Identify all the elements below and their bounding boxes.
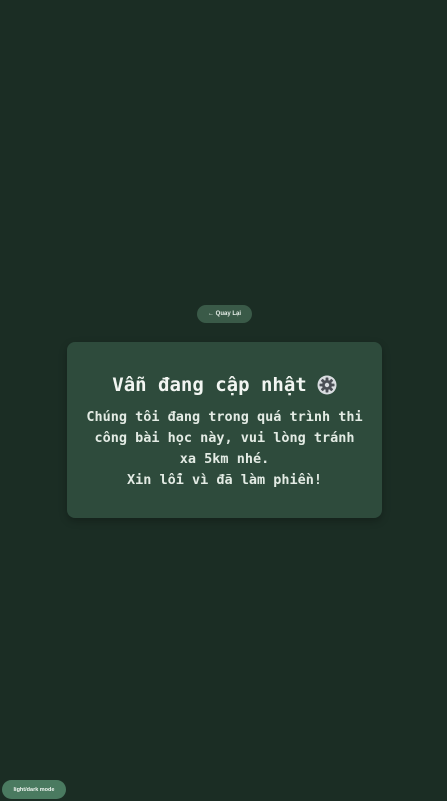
gear-icon xyxy=(317,375,337,395)
back-button[interactable]: ← Quay Lại xyxy=(197,305,252,323)
under-construction-card: Vẫn đang cập nhật Chúng tôi đang trong q… xyxy=(67,342,382,518)
mode-toggle-label: light/dark mode xyxy=(13,786,55,793)
card-title-row: Vẫn đang cập nhật xyxy=(67,374,382,396)
card-message: Chúng tôi đang trong quá trình thi công … xyxy=(83,407,366,491)
message-line-1: Chúng tôi đang trong quá trình thi công … xyxy=(86,409,363,467)
light-dark-mode-toggle[interactable]: light/dark mode xyxy=(2,780,66,799)
message-line-2: Xin lỗi vì đã làm phiền! xyxy=(126,472,323,488)
back-button-label: ← Quay Lại xyxy=(207,311,241,317)
card-title: Vẫn đang cập nhật xyxy=(112,374,307,396)
